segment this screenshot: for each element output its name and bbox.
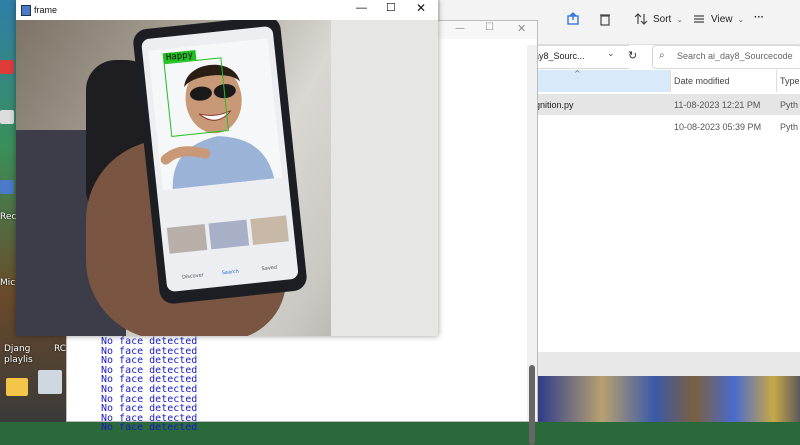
sort-label: Sort: [653, 13, 672, 25]
column-header-name[interactable]: ^: [528, 69, 670, 92]
phone-nav-bar: Discover Search Saved: [165, 251, 299, 287]
desktop-app-icon[interactable]: [0, 180, 14, 194]
search-box[interactable]: ⌕ Search ai_day8_Sourcecode: [652, 45, 800, 69]
console-scrollbar-thumb[interactable]: [529, 365, 535, 445]
desktop-app-icon[interactable]: [0, 60, 14, 74]
file-date: 11-08-2023 12:21 PM: [674, 99, 761, 110]
smartphone: Happy Discover Search Saved: [131, 20, 309, 305]
refresh-icon[interactable]: ↻: [628, 49, 637, 62]
frame-window: frame — ☐ ✕ Happy Discover Search Saved: [16, 0, 438, 336]
desktop-app-icon[interactable]: [38, 370, 62, 394]
phone-screen: Happy Discover Search Saved: [140, 25, 299, 293]
nav-saved[interactable]: Saved: [261, 265, 277, 273]
wallpaper-thumbnail: [536, 376, 800, 422]
desktop-label-mic: Mic: [0, 278, 16, 288]
column-header-date[interactable]: Date modified: [674, 70, 730, 92]
column-header-date-label: Date modified: [674, 76, 730, 86]
address-bar[interactable]: day8_Sourc... ⌄: [528, 45, 629, 69]
console-output: No face detected No face detected No fac…: [101, 337, 197, 433]
column-divider: [776, 70, 777, 92]
close-icon[interactable]: ✕: [416, 1, 426, 15]
nav-search[interactable]: Search: [222, 269, 240, 277]
chevron-down-icon: ⌄: [737, 14, 745, 24]
column-divider: [670, 70, 671, 92]
share-icon[interactable]: [566, 12, 580, 26]
background-wall: [331, 20, 438, 336]
view-icon: [694, 15, 704, 23]
view-label: View: [711, 13, 733, 25]
sort-button[interactable]: Sort ⌄: [634, 12, 683, 26]
minimize-icon[interactable]: —: [455, 23, 465, 34]
desktop-app-icon[interactable]: [0, 110, 14, 124]
file-date: 10-08-2023 05:39 PM: [674, 121, 762, 132]
frame-titlebar: frame — ☐ ✕: [16, 0, 438, 20]
maximize-icon[interactable]: ☐: [485, 22, 494, 33]
maximize-icon[interactable]: ☐: [386, 1, 396, 14]
view-button[interactable]: View ⌄: [692, 12, 744, 26]
folder-icon[interactable]: [6, 378, 28, 396]
desktop-label-playlist: playlis: [4, 355, 33, 365]
phone-gallery-row: [166, 215, 289, 254]
chevron-down-icon[interactable]: ⌄: [607, 49, 615, 59]
app-icon: [21, 5, 31, 16]
face-detection-box: [163, 57, 230, 137]
chevron-down-icon: ⌄: [676, 14, 684, 24]
more-options-button[interactable]: ···: [754, 12, 764, 23]
desktop-label-rc: RC: [54, 344, 67, 354]
preview-divider: [536, 352, 800, 376]
column-header-type[interactable]: Type: [780, 70, 800, 92]
nav-discover[interactable]: Discover: [182, 272, 204, 280]
search-input[interactable]: Search ai_day8_Sourcecode: [677, 51, 793, 61]
sort-arrow-icon: ^: [574, 69, 581, 78]
file-row[interactable]: 10-08-2023 05:39 PM Pyth: [528, 116, 800, 137]
console-scrollbar[interactable]: [527, 45, 537, 445]
phone-photo: Happy: [148, 38, 283, 191]
file-row[interactable]: ognition.py 11-08-2023 12:21 PM Pyth: [528, 94, 800, 115]
console-line: No face detected: [101, 422, 198, 434]
frame-title: frame: [34, 5, 58, 15]
close-icon[interactable]: ✕: [517, 22, 526, 35]
desktop-label-django: Djang: [4, 344, 31, 354]
file-type: Pyth: [780, 121, 799, 132]
sort-icon: [634, 13, 648, 25]
search-icon: ⌕: [659, 50, 665, 61]
file-type: Pyth: [780, 99, 799, 110]
delete-icon[interactable]: [598, 12, 612, 26]
minimize-icon[interactable]: —: [356, 2, 367, 14]
column-header-type-label: Type: [780, 76, 800, 86]
camera-feed: Happy Discover Search Saved: [16, 20, 438, 336]
